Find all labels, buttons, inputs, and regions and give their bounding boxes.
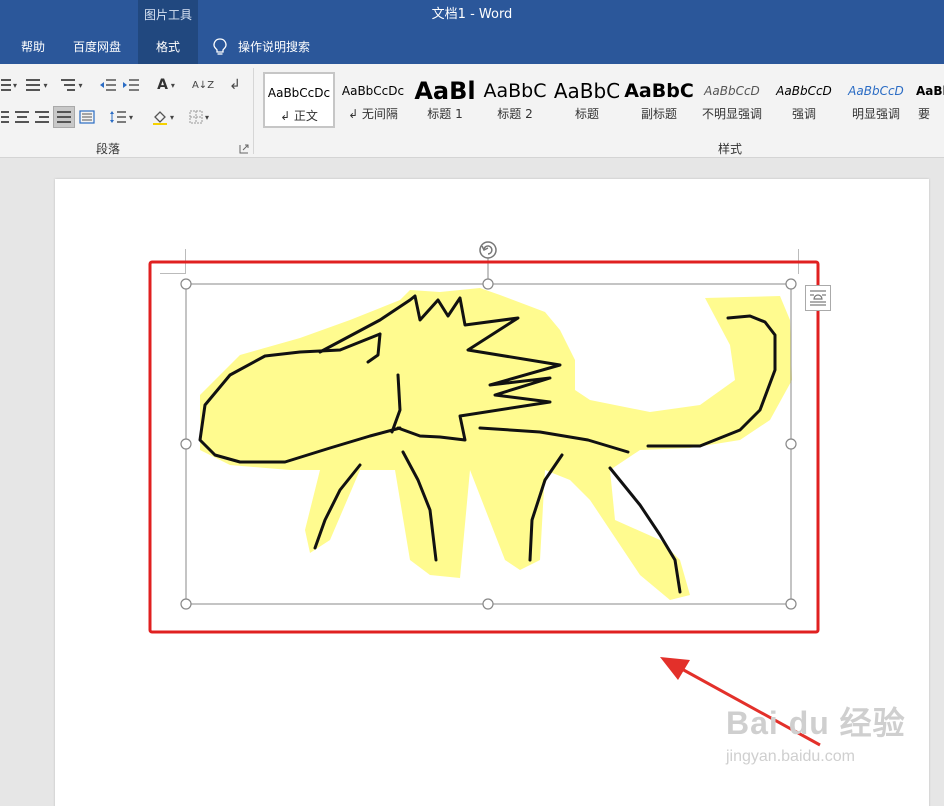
decrease-indent-icon[interactable] bbox=[97, 74, 119, 96]
ribbon-tab-row: 帮助 百度网盘 格式 操作说明搜索 bbox=[0, 30, 944, 64]
line-spacing-icon[interactable]: ▾ bbox=[106, 106, 136, 128]
style-heading-1[interactable]: AaBl 标题 1 bbox=[409, 72, 481, 128]
shading-icon[interactable]: ▾ bbox=[148, 106, 178, 128]
document-page[interactable] bbox=[55, 179, 929, 806]
chinese-layout-icon[interactable]: A ▾ bbox=[150, 74, 182, 96]
style-sample: AaBbCcDc bbox=[341, 84, 405, 98]
style-no-spacing[interactable]: AaBbCcDc ↲ 无间隔 bbox=[337, 72, 409, 128]
show-marks-icon[interactable]: ↲ bbox=[224, 74, 246, 96]
center-icon[interactable] bbox=[12, 106, 32, 128]
layout-options-icon[interactable] bbox=[805, 285, 831, 311]
style-strong[interactable]: AaBb 要 bbox=[912, 72, 944, 128]
style-sample: AaBbCcD bbox=[776, 84, 832, 98]
style-heading-2[interactable]: AaBbC 标题 2 bbox=[479, 72, 551, 128]
multilevel-list-icon[interactable]: ▾ bbox=[56, 74, 88, 96]
style-subtitle[interactable]: AaBbC 副标题 bbox=[623, 72, 695, 128]
style-name: 标题 bbox=[574, 107, 599, 121]
style-name: 明显强调 bbox=[851, 107, 900, 121]
styles-group-label: 样式 bbox=[717, 142, 742, 156]
margin-corner-mark bbox=[798, 249, 799, 274]
margin-corner-mark bbox=[160, 273, 185, 274]
style-sample: AaBb bbox=[916, 84, 944, 98]
bullets-icon[interactable]: ▾ bbox=[0, 74, 18, 96]
style-name: ↲ 无间隔 bbox=[348, 107, 398, 121]
style-intense-emphasis[interactable]: AaBbCcD 明显强调 bbox=[840, 72, 912, 128]
style-name: 要 bbox=[918, 107, 931, 121]
style-sample: AaBbCcDc bbox=[267, 86, 331, 100]
style-name: 标题 1 bbox=[427, 107, 463, 121]
style-emphasis[interactable]: AaBbCcD 强调 bbox=[768, 72, 840, 128]
align-left-icon[interactable] bbox=[0, 106, 10, 128]
tab-format[interactable]: 格式 bbox=[138, 30, 198, 64]
window-title: 文档1 - Word bbox=[431, 7, 513, 22]
title-bar: 图片工具 文档1 - Word bbox=[0, 0, 944, 30]
style-sample: AaBbCcD bbox=[704, 84, 760, 98]
borders-icon[interactable]: ▾ bbox=[184, 106, 214, 128]
paragraph-group-label: 段落 bbox=[95, 142, 120, 156]
sort-icon[interactable]: A↓Z bbox=[192, 74, 214, 96]
style-subtle-emphasis[interactable]: AaBbCcD 不明显强调 bbox=[696, 72, 768, 128]
style-name: 不明显强调 bbox=[701, 107, 762, 121]
tell-me-label: 操作说明搜索 bbox=[238, 40, 311, 54]
lightbulb-icon bbox=[213, 38, 227, 55]
distributed-icon[interactable] bbox=[77, 106, 97, 128]
style-sample: AaBbC bbox=[553, 79, 621, 103]
tell-me-search[interactable]: 操作说明搜索 bbox=[212, 30, 310, 64]
justify-icon[interactable] bbox=[53, 106, 75, 128]
style-sample: AaBbC bbox=[483, 80, 547, 102]
dialog-launcher-icon[interactable] bbox=[239, 144, 249, 154]
align-right-icon[interactable] bbox=[32, 106, 52, 128]
style-title[interactable]: AaBbC 标题 bbox=[551, 72, 623, 128]
style-name: 强调 bbox=[791, 107, 816, 121]
style-sample: AaBbCcD bbox=[848, 84, 904, 98]
margin-corner-mark bbox=[185, 249, 186, 274]
style-normal[interactable]: AaBbCcDc ↲ 正文 bbox=[263, 72, 335, 128]
style-name: 标题 2 bbox=[497, 107, 533, 121]
tab-baidu-netdisk[interactable]: 百度网盘 bbox=[62, 30, 132, 64]
style-name: 副标题 bbox=[640, 107, 677, 121]
numbering-icon[interactable]: ▾ bbox=[22, 74, 52, 96]
ribbon: ▾ ▾ ▾ A ▾ A↓Z ↲ ▾ ▾ ▾ 段落 AaBbCcDc ↲ 正文 A… bbox=[0, 64, 944, 158]
increase-indent-icon[interactable] bbox=[120, 74, 142, 96]
style-name: ↲ 正文 bbox=[280, 109, 318, 123]
group-separator bbox=[253, 68, 254, 154]
style-sample: AaBl bbox=[414, 77, 476, 105]
style-sample: AaBbC bbox=[624, 80, 694, 102]
tab-help[interactable]: 帮助 bbox=[10, 30, 56, 64]
